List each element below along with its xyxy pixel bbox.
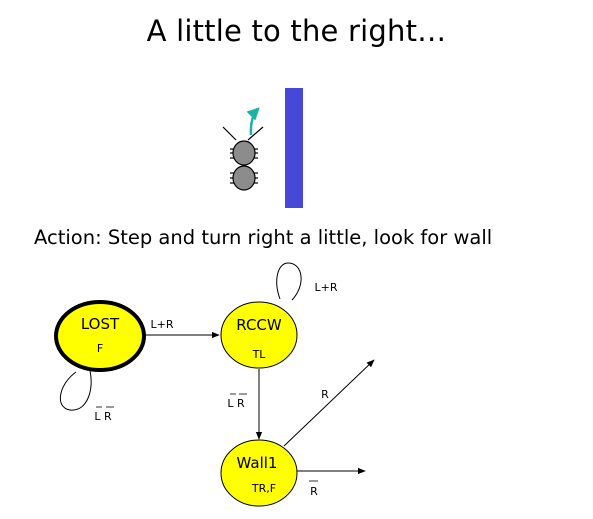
state-wall1-name: Wall1 (237, 454, 278, 472)
state-rccw-name: RCCW (236, 316, 282, 334)
label-rccw-self: L+R (315, 281, 338, 294)
state-wall1: Wall1 TR,F (220, 439, 298, 507)
label-wall1-out-r: R (321, 388, 329, 401)
state-rccw: RCCW TL (220, 301, 298, 369)
wall-icon (285, 88, 303, 208)
label-wall1-out-notr: R (310, 485, 318, 498)
state-lost-name: LOST (81, 315, 120, 333)
edge-rccw-self (276, 262, 302, 301)
diagram-canvas: LOST F RCCW TL Wall1 TR,F L R L+R L+R L … (54, 88, 375, 507)
label-rccw-wall1: L R (227, 397, 245, 410)
turn-right-arrow-icon (246, 107, 260, 136)
label-lost-self: L R (94, 410, 112, 423)
state-wall1-output: TR,F (251, 482, 276, 495)
state-rccw-output: TL (252, 348, 267, 361)
edge-wall1-out-r (283, 359, 375, 447)
state-lost: LOST F (54, 300, 146, 372)
label-lost-rccw: L+R (151, 318, 174, 331)
edge-lost-self (60, 370, 92, 411)
robot-bug-icon (222, 126, 264, 191)
state-lost-output: F (97, 342, 103, 355)
